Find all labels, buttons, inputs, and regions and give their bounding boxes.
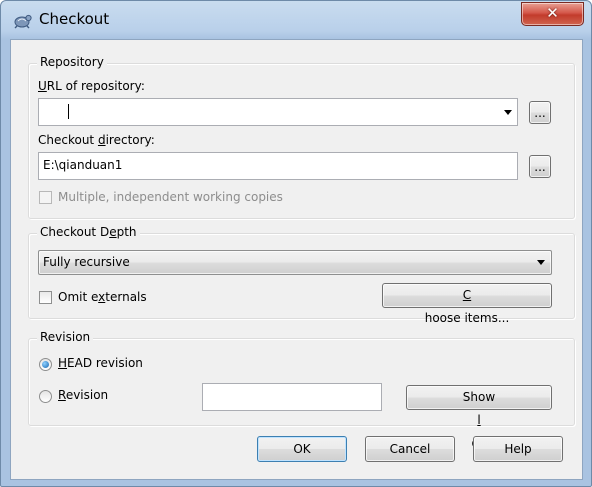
revision-radio[interactable] (39, 390, 52, 403)
browse-url-button[interactable]: ... (529, 101, 551, 124)
close-icon: ✕ (546, 4, 559, 22)
close-button[interactable]: ✕ (521, 2, 584, 26)
multiple-wc-checkbox[interactable] (39, 191, 52, 204)
revision-input[interactable] (202, 383, 382, 411)
checkout-dialog: Checkout ✕ Repository URL of repository:… (0, 0, 592, 487)
revision-group: Revision HEAD revision Revision Show log (28, 330, 575, 450)
text-caret (68, 104, 69, 119)
cancel-button[interactable]: Cancel (365, 436, 455, 462)
checkout-dir-field[interactable]: E:\qianduan1 (38, 152, 518, 180)
depth-select[interactable]: Fully recursive (38, 250, 552, 275)
checkout-dir-value: E:\qianduan1 (43, 158, 123, 172)
url-combobox[interactable] (38, 98, 518, 126)
checkout-depth-group: Checkout Depth Fully recursive Omit exte… (28, 225, 575, 325)
head-revision-label: HEAD revision (58, 356, 143, 370)
choose-items-button[interactable]: Choose items... (382, 283, 552, 325)
help-button[interactable]: Help (473, 436, 563, 462)
browse-dir-button[interactable]: ... (529, 155, 551, 178)
ok-button[interactable]: OK (257, 436, 347, 462)
url-label: URL of repository: (38, 79, 145, 93)
chevron-down-icon[interactable] (504, 110, 512, 115)
checkout-depth-group-title: Checkout Depth (37, 225, 140, 239)
depth-selected-value: Fully recursive (43, 255, 130, 269)
window-title: Checkout (39, 10, 110, 28)
repository-group-title: Repository (37, 55, 107, 69)
dialog-body: Repository URL of repository: ... Checko… (10, 39, 583, 480)
revision-group-title: Revision (37, 330, 94, 344)
omit-externals-checkbox[interactable] (39, 291, 52, 304)
head-revision-radio[interactable] (39, 358, 52, 371)
checkout-dir-label: Checkout directory: (38, 133, 155, 147)
tortoise-icon (14, 14, 32, 29)
repository-group: Repository URL of repository: ... Checko… (28, 55, 575, 219)
show-log-button[interactable]: Show log (406, 385, 552, 450)
chevron-down-icon (537, 260, 545, 265)
title-bar[interactable]: Checkout ✕ (1, 1, 591, 39)
omit-externals-label: Omit externals (58, 290, 147, 304)
multiple-wc-label: Multiple, independent working copies (58, 190, 283, 204)
revision-label: Revision (58, 388, 109, 402)
